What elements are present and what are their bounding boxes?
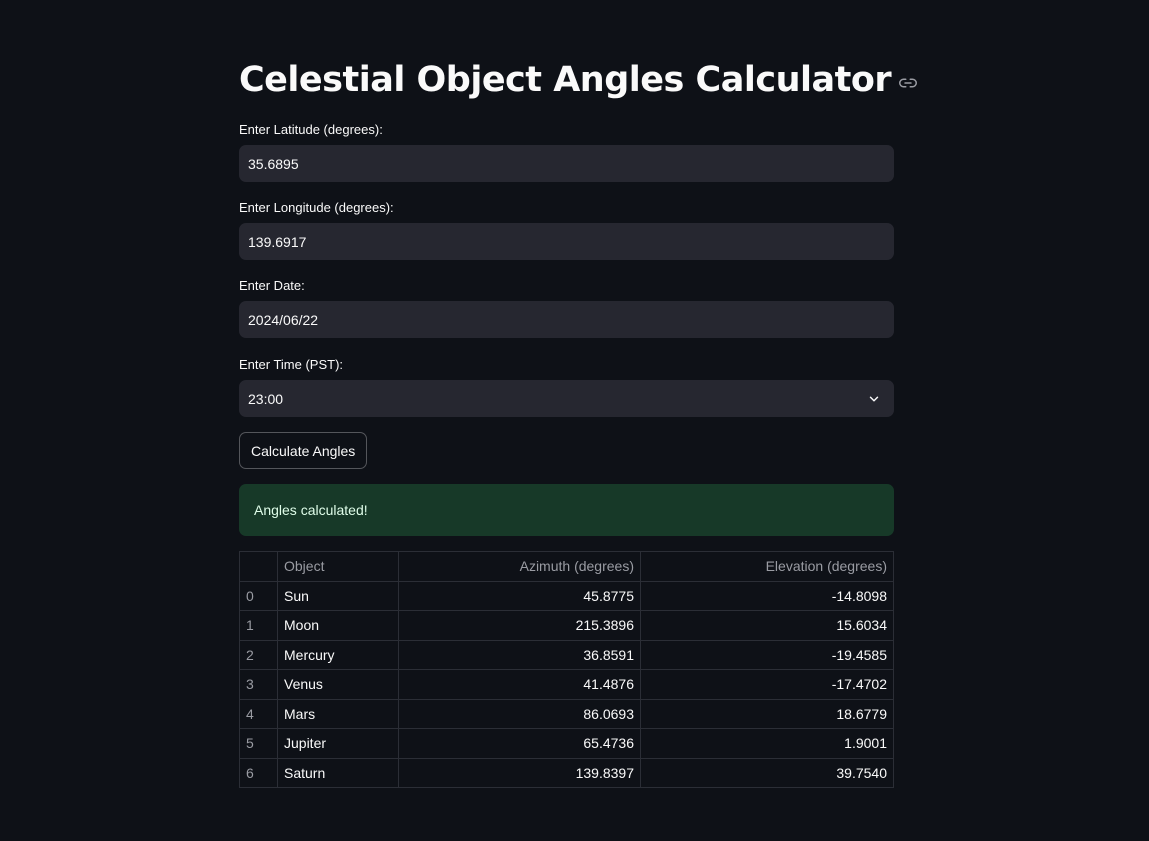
success-alert-text: Angles calculated!	[254, 502, 368, 518]
object-cell[interactable]: Jupiter	[277, 728, 399, 759]
results-table[interactable]: Object Azimuth (degrees) Elevation (degr…	[239, 551, 894, 788]
latitude-value: 35.6895	[248, 155, 299, 172]
time-label: Enter Time (PST):	[239, 357, 344, 372]
row-index: 0	[239, 580, 278, 611]
elevation-cell[interactable]: -19.4585	[640, 639, 894, 670]
time-select[interactable]: 23:00	[239, 380, 894, 417]
elevation-cell[interactable]: 15.6034	[640, 610, 894, 641]
table-row: 2 Mercury 36.8591 -19.4585	[239, 639, 894, 670]
table-header-row: Object Azimuth (degrees) Elevation (degr…	[239, 551, 894, 582]
calculate-angles-button[interactable]: Calculate Angles	[239, 432, 368, 469]
elevation-cell[interactable]: -17.4702	[640, 669, 894, 700]
table-row: 5 Jupiter 65.4736 1.9001	[239, 728, 894, 759]
object-cell[interactable]: Saturn	[277, 757, 399, 788]
row-index: 2	[239, 639, 278, 670]
title-row: Celestial Object Angles Calculator	[239, 56, 918, 104]
row-index: 5	[239, 728, 278, 759]
object-cell[interactable]: Mars	[277, 698, 399, 729]
table-row: 3 Venus 41.4876 -17.4702	[239, 669, 894, 700]
table-header-object[interactable]: Object	[277, 551, 399, 582]
table-header-azimuth[interactable]: Azimuth (degrees)	[398, 551, 641, 582]
azimuth-cell[interactable]: 45.8775	[398, 580, 641, 611]
azimuth-cell[interactable]: 65.4736	[398, 728, 641, 759]
azimuth-cell[interactable]: 86.0693	[398, 698, 641, 729]
date-label: Enter Date:	[239, 278, 305, 293]
azimuth-cell[interactable]: 139.8397	[398, 757, 641, 788]
azimuth-cell[interactable]: 41.4876	[398, 669, 641, 700]
link-icon[interactable]	[899, 74, 918, 92]
table-row: 6 Saturn 139.8397 39.7540	[239, 757, 894, 788]
row-index: 4	[239, 698, 278, 729]
row-index: 1	[239, 610, 278, 641]
table-row: 1 Moon 215.3896 15.6034	[239, 610, 894, 641]
table-header-index	[239, 551, 278, 582]
chevron-down-icon[interactable]	[867, 392, 881, 406]
longitude-label: Enter Longitude (degrees):	[239, 200, 394, 215]
object-cell[interactable]: Sun	[277, 580, 399, 611]
azimuth-cell[interactable]: 36.8591	[398, 639, 641, 670]
date-value: 2024/06/22	[248, 311, 319, 328]
elevation-cell[interactable]: 18.6779	[640, 698, 894, 729]
elevation-cell[interactable]: 39.7540	[640, 757, 894, 788]
success-alert: Angles calculated!	[239, 484, 894, 536]
page-title: Celestial Object Angles Calculator	[239, 60, 892, 100]
object-cell[interactable]: Mercury	[277, 639, 399, 670]
elevation-cell[interactable]: -14.8098	[640, 580, 894, 611]
longitude-input[interactable]: 139.6917	[239, 223, 894, 260]
object-cell[interactable]: Venus	[277, 669, 399, 700]
latitude-label: Enter Latitude (degrees):	[239, 122, 383, 137]
object-cell[interactable]: Moon	[277, 610, 399, 641]
table-row: 4 Mars 86.0693 18.6779	[239, 698, 894, 729]
date-input[interactable]: 2024/06/22	[239, 301, 894, 338]
time-value: 23:00	[248, 390, 284, 407]
table-row: 0 Sun 45.8775 -14.8098	[239, 580, 894, 611]
azimuth-cell[interactable]: 215.3896	[398, 610, 641, 641]
longitude-value: 139.6917	[248, 233, 307, 250]
latitude-input[interactable]: 35.6895	[239, 145, 894, 182]
row-index: 6	[239, 757, 278, 788]
table-header-elevation[interactable]: Elevation (degrees)	[640, 551, 894, 582]
row-index: 3	[239, 669, 278, 700]
elevation-cell[interactable]: 1.9001	[640, 728, 894, 759]
